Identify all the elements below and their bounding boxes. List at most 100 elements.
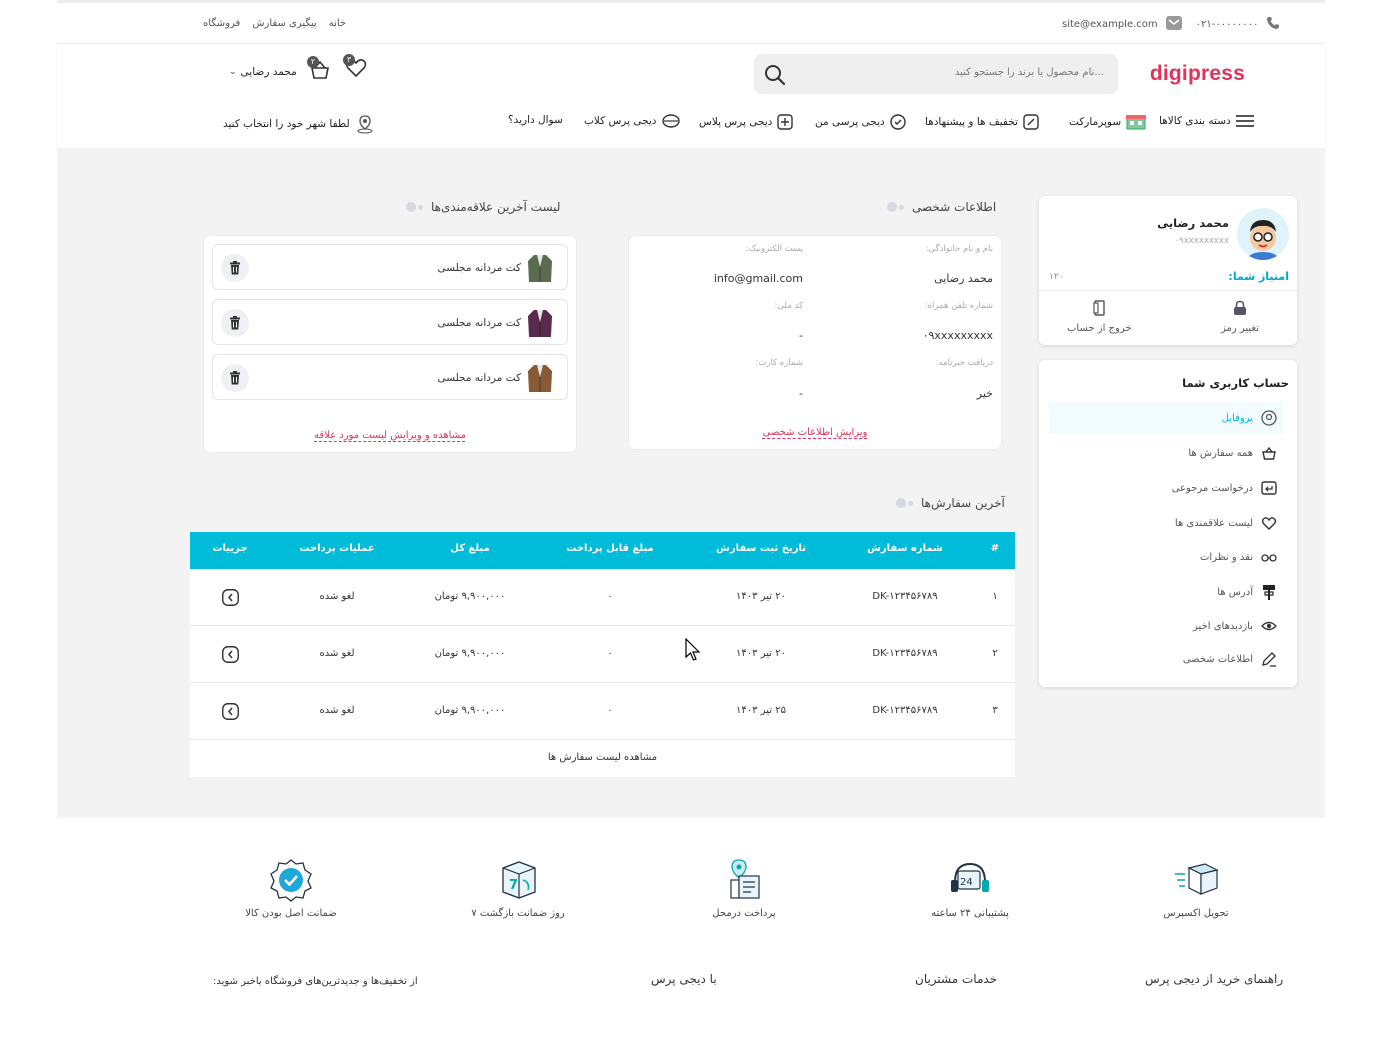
- location-pin-icon: [357, 115, 373, 134]
- cart-button[interactable]: ۲: [307, 56, 333, 86]
- wishlist-item[interactable]: کت مردانه مجلسی: [212, 354, 568, 400]
- cell-date: ۲۰ تیر ۱۴۰۳: [736, 591, 786, 602]
- city-selector[interactable]: لطفا شهر خود را انتخاب کنید: [223, 114, 375, 134]
- heart-icon: [1261, 517, 1277, 530]
- menu-item-wishlist-label: لیست علاقمندی ها: [1174, 517, 1253, 529]
- cash-on-delivery-icon: [730, 859, 760, 899]
- wishlist-item[interactable]: کت مردانه مجلسی: [212, 244, 568, 290]
- menu-item-recent-views[interactable]: بازدیدهای اخیر: [1049, 610, 1283, 642]
- details-button[interactable]: [222, 646, 239, 667]
- footer-customer-service: خدمات مشتریان: [915, 972, 998, 986]
- divider: [1039, 290, 1297, 291]
- delete-button[interactable]: [221, 364, 249, 392]
- nav-plus[interactable]: دیجی پرس پلاس: [699, 114, 794, 130]
- dots-icon: [406, 202, 423, 212]
- menu-item-addresses[interactable]: آدرس ها: [1049, 576, 1283, 608]
- user-menu[interactable]: ⌄ محمد رضایی: [229, 66, 297, 78]
- details-button[interactable]: [222, 589, 239, 610]
- svg-text:24: 24: [960, 877, 973, 888]
- col-payable: مبلغ قابل پرداخت: [566, 543, 654, 554]
- main-content: محمد رضایی ۰۹xxxxxxxxx امتیاز شما: ۱۲۰ ت…: [57, 148, 1325, 818]
- score-value: ۱۲۰: [1049, 272, 1064, 282]
- wishlist-card: کت مردانه مجلسی کت مردانه مجلسی کت مردان…: [204, 236, 576, 452]
- menu-item-reviews[interactable]: نقد و نظرات: [1049, 541, 1283, 573]
- product-image: [527, 308, 553, 338]
- user-circle-icon: [1261, 410, 1277, 426]
- menu-item-orders[interactable]: همه سفارش ها: [1049, 437, 1283, 469]
- search-icon[interactable]: [764, 64, 786, 90]
- footer-newsletter-text: از تخفیف‌ها و جدیدترین‌های فروشگاه باخبر…: [213, 976, 418, 987]
- city-selector-label: لطفا شهر خود را انتخاب کنید: [223, 118, 350, 130]
- wishlist-button[interactable]: ۳: [343, 54, 369, 84]
- phone-text[interactable]: ۰۲۱-۰۰۰۰۰۰۰۰: [1196, 19, 1259, 30]
- top-link-track-order[interactable]: پیگیری سفارش: [252, 18, 316, 29]
- menu-item-profile[interactable]: پروفایل: [1049, 402, 1283, 434]
- logout-button[interactable]: خروج از حساب: [1067, 300, 1132, 334]
- chevron-down-icon: ⌄: [229, 67, 237, 77]
- menu-item-wishlist[interactable]: لیست علاقمندی ها: [1049, 507, 1283, 539]
- nav-my-digipress-label: دیجی پرسی من: [815, 116, 885, 128]
- nav-my-digipress[interactable]: دیجی پرسی من: [815, 114, 906, 130]
- score-label: امتیاز شما:: [1228, 270, 1289, 283]
- profile-name: محمد رضایی: [1157, 216, 1229, 230]
- dots-icon: [896, 498, 913, 508]
- email-text[interactable]: site@example.com: [1062, 19, 1158, 30]
- wishlist-count-badge: ۳: [343, 54, 355, 66]
- table-header: # شماره سفارش تاریخ ثبت سفارش مبلغ قابل …: [190, 532, 1015, 569]
- feature-label: ۷ روز ضمانت بازگشت: [471, 908, 565, 919]
- dots-icon: [887, 202, 904, 212]
- nav-discounts-label: تخفیف ها و پیشنهادها: [925, 116, 1018, 128]
- delete-button[interactable]: [221, 309, 249, 337]
- user-name: محمد رضایی: [240, 66, 297, 78]
- wishlist-item[interactable]: کت مردانه مجلسی: [212, 299, 568, 345]
- personal-info-heading: اطلاعات شخصی: [887, 200, 996, 214]
- nav-categories[interactable]: دسته بندی کالاها: [1159, 114, 1254, 128]
- view-all-orders-link[interactable]: مشاهده لیست سفارش ها: [190, 752, 1015, 763]
- return-box-icon: 7: [502, 861, 536, 899]
- value-card: -: [799, 387, 803, 400]
- feature-label: تحویل اکسپرس: [1163, 908, 1229, 919]
- top-links: خانه پیگیری سفارش فروشگاه: [203, 18, 346, 29]
- table-footer: مشاهده لیست سفارش ها: [190, 740, 1015, 777]
- cell-payable: ۰: [607, 648, 613, 659]
- table-row: ۳ DK-۱۲۳۴۵۶۷۸۹ ۲۵ تیر ۱۴۰۳ ۰ ۹,۹۰۰,۰۰۰ ت…: [190, 683, 1015, 740]
- nav-discounts[interactable]: تخفیف ها و پیشنهادها: [925, 114, 1039, 130]
- feature-label: پرداخت درمحل: [712, 908, 776, 919]
- label-national-id: کد ملی:: [774, 301, 803, 311]
- avatar: [1237, 208, 1289, 260]
- delete-button[interactable]: [221, 254, 249, 282]
- footer-about: با دیجی پرس: [651, 972, 717, 986]
- wishlist-title: لیست آخرین علاقه‌مندی‌ها: [431, 200, 561, 214]
- nav-supermarket[interactable]: سوپرمارکت: [1069, 114, 1147, 130]
- label-name: نام و نام خانوادگی:: [925, 244, 993, 254]
- top-link-home[interactable]: خانه: [329, 18, 346, 29]
- view-wishlist-link[interactable]: مشاهده و ویرایش لیست مورد علاقه: [314, 430, 466, 441]
- search-box[interactable]: نام محصول یا برند را جستجو کنید...: [754, 54, 1118, 94]
- menu-item-personal-info[interactable]: اطلاعات شخصی: [1049, 643, 1283, 675]
- chevron-left-icon: [222, 646, 239, 663]
- nav-questions[interactable]: سوال دارید؟: [508, 114, 563, 126]
- logo[interactable]: digipress: [1150, 62, 1245, 86]
- signpost-icon: [1263, 585, 1275, 600]
- cell-payable: ۰: [607, 591, 613, 602]
- search-input[interactable]: نام محصول یا برند را جستجو کنید...: [955, 67, 1104, 78]
- nav-club[interactable]: دیجی پرس کلاب: [584, 114, 680, 128]
- orders-title: آخرین سفارش‌ها: [921, 496, 1005, 510]
- nav-supermarket-label: سوپرمارکت: [1069, 116, 1122, 128]
- nav-categories-label: دسته بندی کالاها: [1159, 115, 1231, 127]
- trash-icon: [230, 316, 240, 330]
- wishlist-heading: لیست آخرین علاقه‌مندی‌ها: [406, 200, 560, 214]
- nav-plus-label: دیجی پرس پلاس: [699, 116, 773, 128]
- menu-item-returns[interactable]: درخواست مرجوعی: [1049, 472, 1283, 504]
- details-button[interactable]: [222, 703, 239, 724]
- cell-order-number: DK-۱۲۳۴۵۶۷۸۹: [872, 591, 938, 602]
- change-password-button[interactable]: تغییر رمز: [1221, 300, 1259, 334]
- feature-authenticity: ضمانت اصل بودن کالا: [211, 858, 371, 919]
- feature-support: 24 پشتیبانی ۲۴ ساعته: [890, 858, 1050, 919]
- cell-status: لغو شده: [319, 591, 355, 602]
- menu-item-recent-views-label: بازدیدهای اخیر: [1193, 620, 1253, 632]
- edit-personal-info-link[interactable]: ویرایش اطلاعات شخصی: [763, 427, 868, 438]
- value-email: info@gmail.com: [713, 272, 803, 285]
- check-circle-icon: [889, 114, 906, 130]
- top-link-shop[interactable]: فروشگاه: [203, 18, 240, 29]
